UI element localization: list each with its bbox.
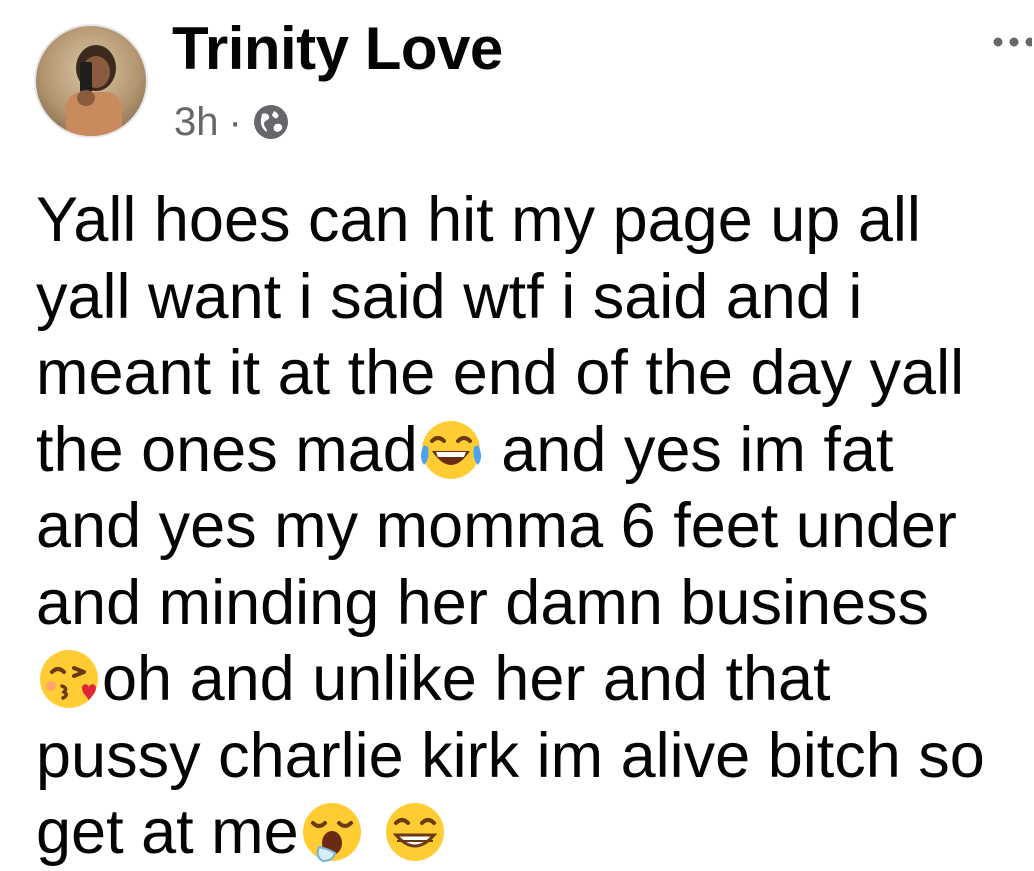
post: Trinity Love 3h · Yall hoes can hit my p… [0,0,1034,867]
post-line-part: and yes im fat [483,414,894,485]
meta-separator: · [228,100,242,144]
post-line: yall want i said wtf i said and i [36,261,863,332]
face-with-tears-of-joy-emoji [420,420,481,479]
post-line: Yall hoes can hit my page up all [36,185,921,255]
post-line-with-emoji: the ones mad and yes im fat [36,412,1026,489]
yawning-face-emoji [302,803,361,863]
post-line: and minding her damn business [36,567,930,638]
post-line: pussy charlie kirk im alive bitch so [36,720,985,791]
post-line-with-emoji: oh and unlike her and that [36,641,1026,718]
more-options-icon[interactable] [992,30,1032,54]
post-time[interactable]: 3h [174,94,219,150]
post-line-part: get at me [36,797,299,867]
author-name[interactable]: Trinity Love [172,14,503,84]
post-meta: 3h · [174,94,290,150]
globe-icon[interactable] [252,103,290,141]
post-text: Yall hoes can hit my page up all yall wa… [36,182,1026,871]
face-blowing-a-kiss-emoji [40,650,98,708]
post-line-part: the ones mad [36,414,418,485]
post-line: and yes my momma 6 feet under [36,491,957,561]
avatar[interactable] [34,24,148,138]
post-line-part: oh and unlike her and that [102,644,831,714]
post-line-with-emoji: get at me [36,794,1026,871]
post-line: meant it at the end of the day yall [36,338,965,408]
beaming-face-emoji [386,803,445,861]
